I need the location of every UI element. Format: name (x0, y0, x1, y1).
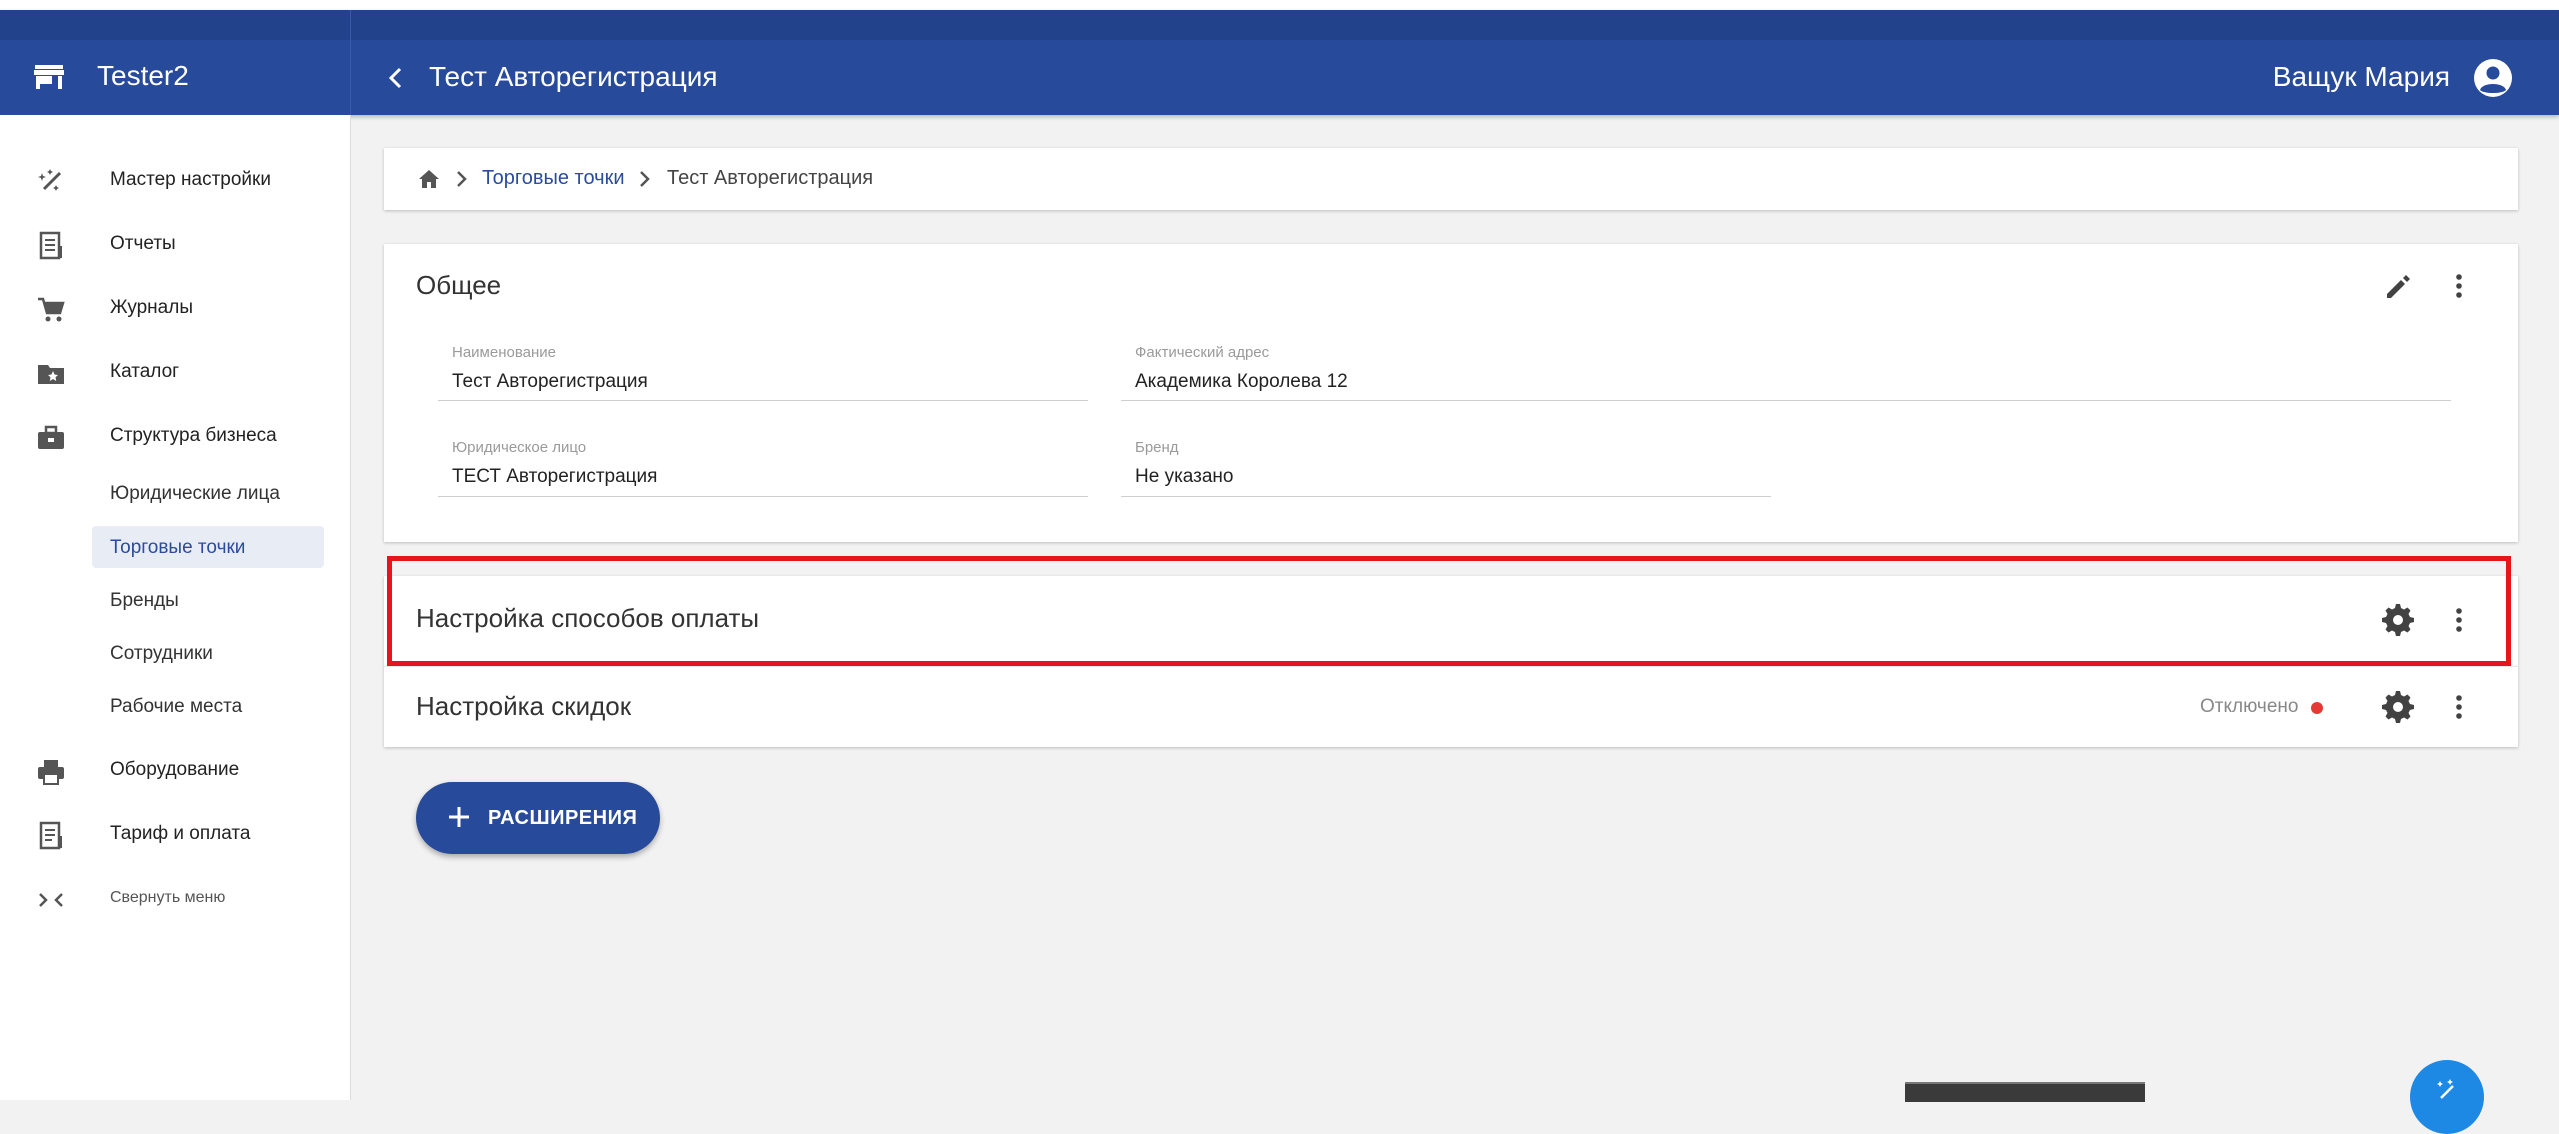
sidebar-item-label: Структура бизнеса (110, 425, 277, 446)
more-vert-icon[interactable] (2441, 268, 2477, 304)
field-legal-entity[interactable]: Юридическое лицо ТЕСТ Авторегистрация (438, 439, 1088, 497)
magic-wand-icon (2437, 1079, 2454, 1099)
field-value: ТЕСТ Авторегистрация (452, 466, 658, 487)
magic-wand-icon (38, 169, 62, 191)
sidebar-subitem-label: Бренды (110, 590, 179, 611)
sidebar-subitem-employees[interactable]: Сотрудники (92, 632, 324, 674)
home-icon[interactable] (418, 169, 440, 189)
field-value: Не указано (1135, 466, 1234, 487)
snackbar (1905, 1082, 2145, 1102)
sidebar-item-label: Журналы (110, 297, 193, 318)
sidebar-item-journals[interactable]: Журналы (0, 283, 350, 333)
sidebar-subitem-label: Рабочие места (110, 696, 243, 717)
field-name[interactable]: Наименование Тест Авторегистрация (438, 344, 1088, 401)
sidebar-item-label: Мастер настройки (110, 169, 271, 190)
sidebar-item-label: Оборудование (110, 759, 240, 780)
extensions-button[interactable]: РАСШИРЕНИЯ (416, 782, 660, 854)
field-brand[interactable]: Бренд Не указано (1121, 439, 1771, 497)
general-card: Общее Наименование Тест Авторегистрация … (384, 244, 2518, 542)
sidebar-item-equipment[interactable]: Оборудование (0, 745, 350, 795)
sidebar-subitem-label: Юридические лица (110, 483, 280, 504)
annotation-highlight-box (387, 556, 2511, 666)
store-icon (34, 65, 64, 89)
sidebar-item-business-structure[interactable]: Структура бизнеса (0, 411, 350, 461)
extensions-button-label: РАСШИРЕНИЯ (488, 807, 638, 829)
sidebar-subitem-workplaces[interactable]: Рабочие места (92, 685, 324, 727)
sidebar-item-label: Отчеты (110, 233, 176, 254)
field-address[interactable]: Фактический адрес Академика Королева 12 (1121, 344, 2451, 401)
field-value: Академика Королева 12 (1135, 371, 1348, 392)
folder-star-icon (38, 365, 64, 384)
plus-icon (449, 807, 469, 827)
sidebar-subitem-legal-entities[interactable]: Юридические лица (92, 472, 324, 514)
app-bar: Tester2 Тест Авторегистрация Ващук Мария (0, 10, 2559, 115)
field-label: Фактический адрес (1135, 344, 1270, 361)
edit-pencil-icon[interactable] (2380, 268, 2416, 304)
user-name[interactable]: Ващук Мария (2273, 61, 2450, 93)
gear-icon[interactable] (2380, 689, 2416, 725)
printer-icon (38, 760, 64, 785)
org-name: Tester2 (97, 60, 189, 91)
breadcrumb-link-outlets[interactable]: Торговые точки (482, 167, 625, 190)
wizard-fab[interactable] (2410, 1060, 2484, 1134)
more-vert-icon[interactable] (2441, 689, 2477, 725)
briefcase-icon (38, 425, 64, 449)
org-brand[interactable]: Tester2 (0, 10, 351, 115)
sidebar: Мастер настройки Отчеты Журналы Каталог (0, 115, 351, 1100)
collapse-menu-label: Свернуть меню (110, 889, 226, 906)
sidebar-subitem-label: Торговые точки (110, 537, 246, 558)
back-arrow-icon[interactable] (385, 67, 407, 89)
status-dot (2311, 702, 2323, 714)
invoice-icon (39, 821, 62, 850)
sidebar-item-billing[interactable]: Тариф и оплата (0, 809, 350, 859)
sidebar-subitem-label: Сотрудники (110, 643, 213, 664)
field-label: Наименование (452, 344, 556, 361)
field-label: Юридическое лицо (452, 439, 587, 456)
status-label: Отключено (2200, 696, 2299, 717)
sidebar-item-setup-wizard[interactable]: Мастер настройки (0, 155, 350, 205)
cart-icon (38, 297, 65, 322)
discounts-card[interactable]: Настройка скидок Отключено (384, 666, 2518, 747)
receipt-icon (39, 231, 62, 260)
sidebar-subitem-outlets[interactable]: Торговые точки (92, 526, 324, 568)
chevron-right-icon (457, 171, 467, 187)
sidebar-item-reports[interactable]: Отчеты (0, 219, 350, 269)
collapse-arrows-icon (39, 893, 63, 907)
sidebar-item-catalog[interactable]: Каталог (0, 347, 350, 397)
sidebar-item-label: Каталог (110, 361, 180, 382)
discounts-title: Настройка скидок (416, 691, 632, 721)
field-value: Тест Авторегистрация (452, 371, 648, 392)
window-top-strip (0, 0, 2559, 10)
chevron-right-icon (640, 171, 650, 187)
breadcrumb: Торговые точки Тест Авторегистрация (384, 148, 2518, 210)
app-bar-band (0, 10, 2559, 40)
account-circle-icon[interactable] (2473, 58, 2513, 98)
general-title: Общее (416, 270, 502, 300)
field-label: Бренд (1135, 439, 1179, 456)
sidebar-collapse-menu[interactable]: Свернуть меню (0, 873, 350, 923)
sidebar-item-label: Тариф и оплата (110, 823, 251, 844)
sidebar-subitem-brands[interactable]: Бренды (92, 579, 324, 621)
page-title: Тест Авторегистрация (429, 61, 718, 92)
breadcrumb-current: Тест Авторегистрация (667, 167, 874, 189)
